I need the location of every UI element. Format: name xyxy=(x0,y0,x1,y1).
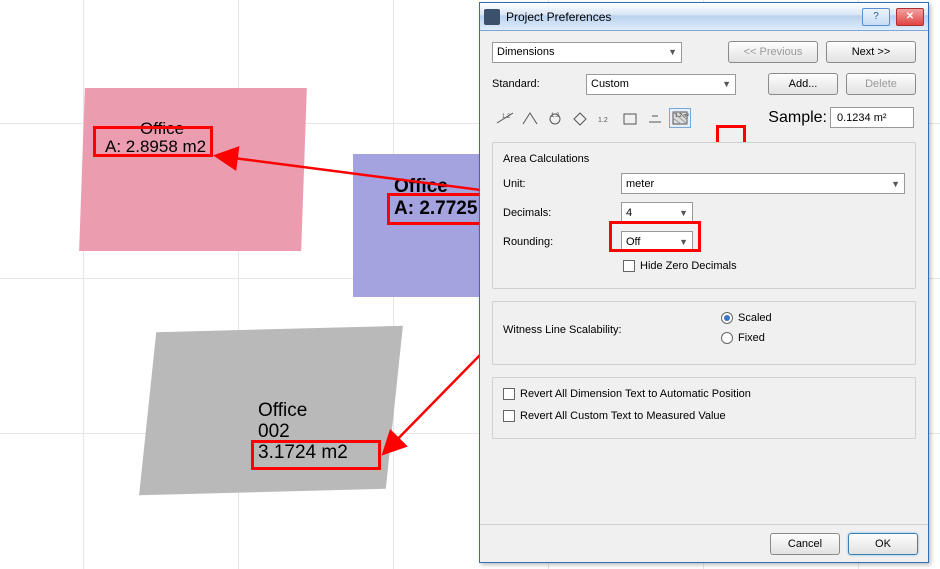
dim-type-radial-icon[interactable]: 1.2 xyxy=(544,108,566,128)
chevron-down-icon: ▼ xyxy=(679,208,688,218)
revert-autopos-checkbox[interactable] xyxy=(503,388,515,400)
hide-zero-checkbox[interactable] xyxy=(623,260,635,272)
app-icon xyxy=(484,9,500,25)
area-section-title: Area Calculations xyxy=(503,153,905,165)
area-calculations-section: Area Calculations Unit: meter ▼ Decimals:… xyxy=(492,142,916,289)
highlight-decimals xyxy=(609,221,701,252)
revert-measured-checkbox[interactable] xyxy=(503,410,515,422)
hide-zero-label: Hide Zero Decimals xyxy=(640,260,737,272)
decimals-label: Decimals: xyxy=(503,207,613,219)
standard-dropdown[interactable]: Custom ▼ xyxy=(586,74,736,95)
dim-type-area-icon[interactable]: 1.2 m² xyxy=(669,108,691,128)
fixed-radio[interactable] xyxy=(721,332,733,344)
svg-text:1.2: 1.2 xyxy=(598,117,608,124)
standard-label: Standard: xyxy=(492,78,578,90)
unit-label: Unit: xyxy=(503,178,613,190)
project-preferences-dialog: Project Preferences ? ✕ Dimensions ▼ << P… xyxy=(479,2,929,563)
witness-label: Witness Line Scalability: xyxy=(503,324,713,336)
dim-type-linear-icon[interactable]: 1.2 xyxy=(494,108,516,128)
svg-text:1.2 m²: 1.2 m² xyxy=(675,113,689,119)
titlebar[interactable]: Project Preferences ? ✕ xyxy=(480,3,928,31)
help-button[interactable]: ? xyxy=(862,8,890,26)
revert-measured-label: Revert All Custom Text to Measured Value xyxy=(520,410,726,422)
dim-type-sill-icon[interactable] xyxy=(644,108,666,128)
dialog-title: Project Preferences xyxy=(506,10,856,24)
dim-type-level-icon[interactable] xyxy=(569,108,591,128)
unit-dropdown[interactable]: meter ▼ xyxy=(621,173,905,194)
category-dropdown[interactable]: Dimensions ▼ xyxy=(492,42,682,63)
close-button[interactable]: ✕ xyxy=(896,8,924,26)
highlight-pink xyxy=(93,126,213,157)
rounding-label: Rounding: xyxy=(503,236,613,248)
decimals-dropdown[interactable]: 4▼ xyxy=(621,202,693,223)
dim-type-door-icon[interactable] xyxy=(619,108,641,128)
delete-button[interactable]: Delete xyxy=(846,73,916,95)
reverts-section: Revert All Dimension Text to Automatic P… xyxy=(492,377,916,439)
chevron-down-icon: ▼ xyxy=(722,79,731,89)
chevron-down-icon: ▼ xyxy=(668,47,677,57)
scaled-label: Scaled xyxy=(738,312,772,324)
room-gray-name: Office 002 xyxy=(258,401,307,443)
dim-type-elevation-icon[interactable]: 1.2 xyxy=(594,108,616,128)
witness-section: Witness Line Scalability: Scaled Fixed xyxy=(492,301,916,365)
dim-type-angular-icon[interactable] xyxy=(519,108,541,128)
svg-text:1.2: 1.2 xyxy=(551,113,560,119)
highlight-gray xyxy=(251,440,381,470)
cancel-button[interactable]: Cancel xyxy=(770,533,840,555)
previous-button[interactable]: << Previous xyxy=(728,41,818,63)
next-button[interactable]: Next >> xyxy=(826,41,916,63)
highlight-purple xyxy=(387,193,489,225)
standard-value: Custom xyxy=(591,78,629,90)
unit-value: meter xyxy=(626,178,654,190)
chevron-down-icon: ▼ xyxy=(891,179,900,189)
sample-label: Sample: xyxy=(768,109,827,127)
scaled-radio[interactable] xyxy=(721,312,733,324)
decimals-value: 4 xyxy=(626,207,632,219)
sample-display: 0.1234 m² xyxy=(830,107,914,128)
fixed-label: Fixed xyxy=(738,332,765,344)
add-button[interactable]: Add... xyxy=(768,73,838,95)
svg-text:1.2: 1.2 xyxy=(502,114,511,120)
ok-button[interactable]: OK xyxy=(848,533,918,555)
revert-autopos-label: Revert All Dimension Text to Automatic P… xyxy=(520,388,751,400)
room-pink xyxy=(79,88,307,251)
category-value: Dimensions xyxy=(497,46,554,58)
